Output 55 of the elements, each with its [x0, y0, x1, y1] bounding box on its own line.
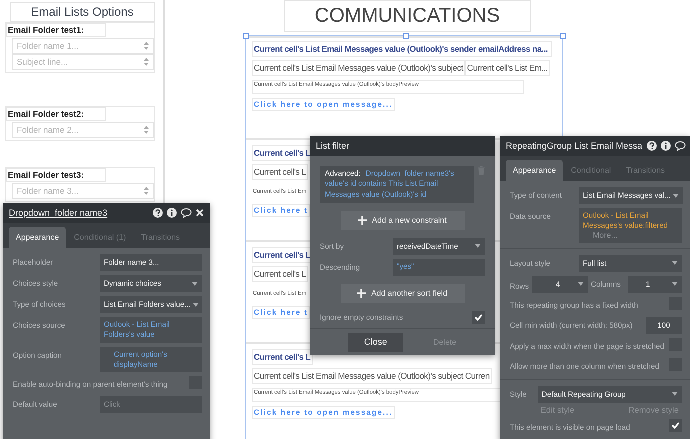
caret-icon — [672, 392, 678, 396]
group-label: Email Folder test1: — [6, 23, 106, 37]
panel-tab[interactable]: Appearance — [506, 160, 564, 181]
group-label: Email Folder test3: — [6, 168, 106, 182]
dropdown-placeholder: Folder name 3... — [17, 186, 79, 196]
caret-icon — [672, 282, 678, 286]
caret-icon — [192, 302, 199, 306]
up-down-arrows-icon — [144, 126, 149, 134]
subject-text: Current cell's List Email Messages value (Outlook)'s subject Curren — [252, 368, 492, 384]
add-sort-field-button[interactable]: Add another sort field — [340, 284, 464, 303]
resize-handle[interactable] — [403, 33, 409, 39]
up-down-arrows-icon — [144, 42, 149, 50]
panel-title: List filter — [316, 141, 351, 151]
resize-handle[interactable] — [243, 33, 249, 39]
resize-handle[interactable] — [560, 33, 566, 39]
caret-icon — [578, 282, 584, 286]
panel-title: RepeatingGroup List Email Messa — [506, 141, 643, 151]
subject-text: Current cell's L — [252, 164, 308, 180]
subject-text: Current cell's List Em... — [465, 60, 550, 76]
dropdown-placeholder: Subject line... — [17, 57, 68, 67]
info-icon[interactable] — [167, 208, 177, 218]
help-icon[interactable] — [153, 208, 163, 218]
dropdown[interactable]: Folder name 1... — [12, 38, 154, 54]
more-link[interactable]: More... — [583, 230, 678, 240]
group-label: Email Folder test2: — [6, 107, 106, 121]
close-button[interactable]: Close — [348, 332, 404, 352]
sender-text: Current cell's List Email Messages value (Outlook)'s sender emailAddress na... — [252, 41, 552, 57]
add-constraint-button[interactable]: Add a new constraint — [340, 210, 464, 230]
caret-icon — [672, 194, 679, 198]
panel-title: Dropdown_folder name3 — [9, 208, 109, 218]
comment-icon[interactable] — [181, 208, 192, 218]
dropdown[interactable]: Subject line... — [12, 54, 154, 70]
checkbox[interactable] — [669, 418, 682, 432]
dropdown[interactable]: Folder name 3... — [12, 183, 154, 199]
up-down-arrows-icon — [144, 187, 149, 195]
dropdown[interactable]: Folder name 2... — [12, 122, 154, 138]
plus-icon — [358, 216, 368, 225]
dropdown-placeholder: Folder name 2... — [17, 125, 79, 135]
close-icon[interactable] — [196, 209, 204, 217]
dropdown-placeholder: Folder name 1... — [17, 41, 79, 51]
caret-icon — [192, 282, 198, 286]
section-title: Email Lists Options — [10, 2, 155, 22]
comment-icon[interactable] — [674, 141, 686, 151]
panel-tab[interactable]: Appearance — [9, 227, 66, 248]
checkbox[interactable] — [472, 310, 485, 324]
sender-text: Current cell's L — [252, 349, 313, 365]
help-icon[interactable] — [646, 141, 657, 151]
plus-icon — [357, 288, 366, 298]
info-icon[interactable] — [660, 141, 671, 151]
caret-icon — [475, 244, 481, 248]
page-heading: COMMUNICATIONS — [284, 0, 531, 32]
caret-icon — [672, 261, 678, 266]
subject-text: Current cell's L — [252, 266, 308, 282]
up-down-arrows-icon — [144, 58, 149, 66]
subject-text: Current cell's List Email Messages value (Outlook)'s subject — [252, 60, 466, 76]
